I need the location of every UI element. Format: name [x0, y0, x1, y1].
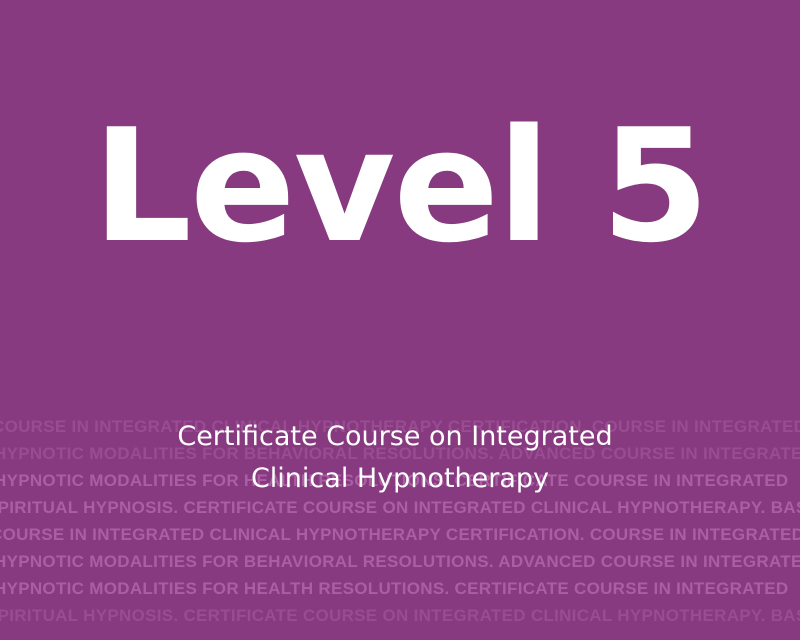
course-card: COURSE IN INTEGRATED CLINICAL HYPNOTHERA…: [0, 0, 800, 640]
course-title: Certificate Course on Integrated Clinica…: [0, 416, 790, 500]
course-title-line-1: Certificate Course on Integrated: [177, 421, 613, 452]
level-heading: Level 5: [92, 95, 709, 277]
background-text-line: SPIRITUAL HYPNOSIS. CERTIFICATE COURSE O…: [0, 606, 800, 625]
background-text-line: COURSE IN INTEGRATED CLINICAL HYPNOTHERA…: [0, 525, 800, 544]
background-text-line: HYPNOTIC MODALITIES FOR HEALTH RESOLUTIO…: [0, 579, 789, 598]
course-title-line-2: Clinical Hypnotherapy: [250, 463, 550, 494]
background-text-line: HYPNOTIC MODALITIES FOR BEHAVIORAL RESOL…: [0, 552, 800, 571]
background-text-line: SPIRITUAL HYPNOSIS. CERTIFICATE COURSE O…: [0, 498, 800, 517]
